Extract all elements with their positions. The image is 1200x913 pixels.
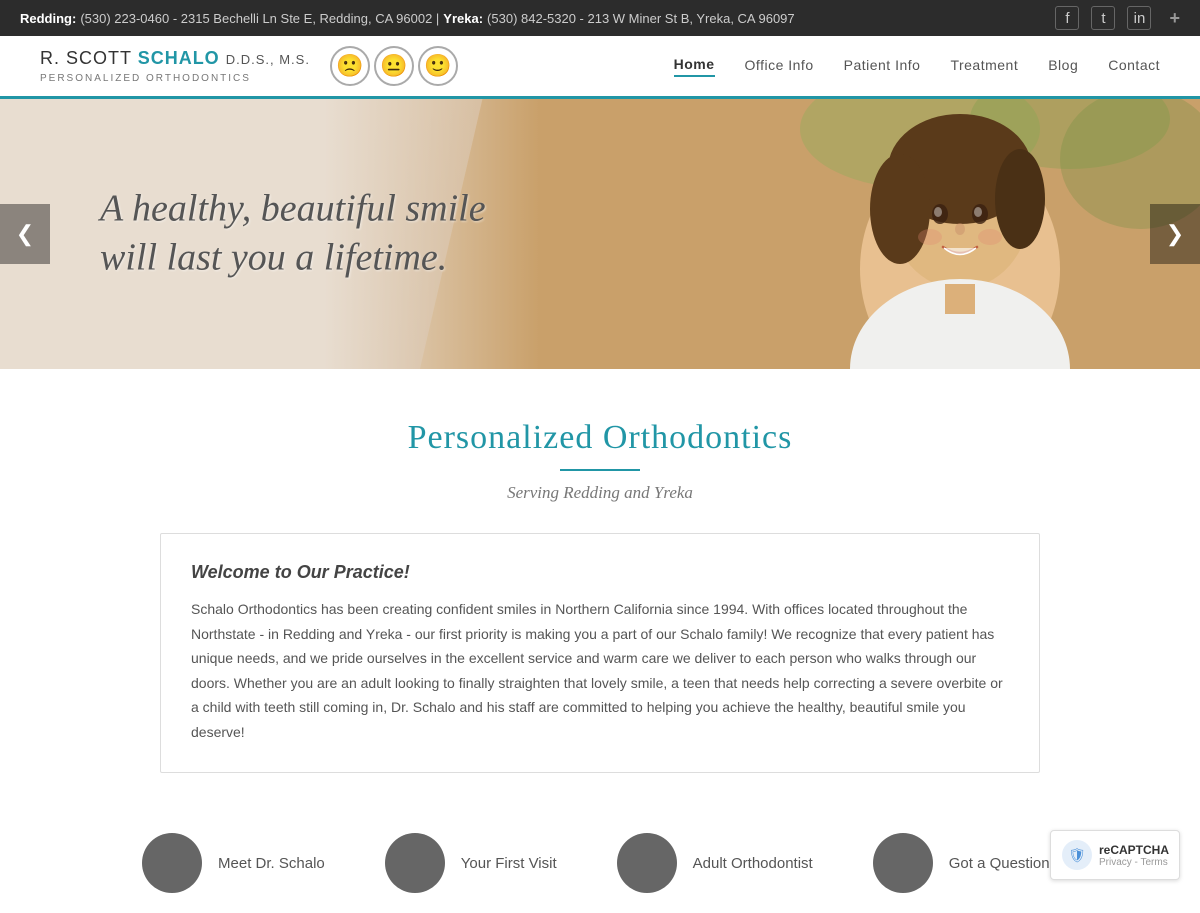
bottom-icon-item-1[interactable]: Your First Visit [385,833,557,893]
icon-meet-label: Meet Dr. Schalo [218,855,325,872]
icon-adult-ortho [617,833,677,893]
hero-line2: will last you a lifetime. [100,237,447,279]
social-links: f t in [1055,6,1151,30]
section-title-area: Personalized Orthodontics Serving Reddin… [0,369,1200,523]
bottom-icon-item-0[interactable]: Meet Dr. Schalo [142,833,325,893]
logo-area: R. SCOTT SCHALO D.D.S., M.S. PERSONALIZE… [40,46,458,86]
smiley-sad: 🙁 [330,46,370,86]
nav-blog[interactable]: Blog [1048,57,1078,76]
recaptcha-text: reCAPTCHA Privacy - Terms [1099,843,1169,868]
icon-adult-label: Adult Orthodontist [693,855,813,872]
recaptcha-badge: 🛡 reCAPTCHA Privacy - Terms [1050,830,1180,880]
nav-home[interactable]: Home [674,56,715,77]
yreka-info: (530) 842-5320 - 213 W Miner St B, Yreka… [487,11,795,26]
logo-tagline: PERSONALIZED ORTHODONTICS [40,72,310,85]
welcome-text: Schalo Orthodontics has been creating co… [191,597,1009,744]
icon-question [873,833,933,893]
facebook-link[interactable]: f [1055,6,1079,30]
yreka-label: Yreka: [443,11,483,26]
linkedin-link[interactable]: in [1127,6,1151,30]
section-subtitle: Serving Redding and Yreka [20,483,1180,503]
contact-info: Redding: (530) 223-0460 - 2315 Bechelli … [20,11,795,26]
icon-question-label: Got a Question? [949,855,1058,872]
logo-credentials: D.D.S., M.S. [226,52,310,67]
slider-next-button[interactable]: ❯ [1150,204,1200,264]
hero-content: A healthy, beautiful smile will last you… [100,185,486,284]
redding-label: Redding: [20,11,76,26]
hero-slider: A healthy, beautiful smile will last you… [0,99,1200,369]
welcome-box: Welcome to Our Practice! Schalo Orthodon… [160,533,1040,773]
icon-first-visit [385,833,445,893]
bottom-icon-item-2[interactable]: Adult Orthodontist [617,833,813,893]
logo-name: R. SCOTT SCHALO D.D.S., M.S. [40,47,310,70]
nav-patient-info[interactable]: Patient Info [844,57,921,76]
slider-prev-button[interactable]: ❮ [0,204,50,264]
header: R. SCOTT SCHALO D.D.S., M.S. PERSONALIZE… [0,36,1200,99]
logo-text: R. SCOTT SCHALO D.D.S., M.S. PERSONALIZE… [40,47,310,85]
twitter-link[interactable]: t [1091,6,1115,30]
recaptcha-subtext: Privacy - Terms [1099,857,1169,868]
svg-text:🛡: 🛡 [1068,847,1086,863]
welcome-title: Welcome to Our Practice! [191,562,1009,583]
logo-last: SCHALO [138,48,220,68]
bottom-icons-row: Meet Dr. Schalo Your First Visit Adult O… [0,803,1200,913]
nav-office-info[interactable]: Office Info [745,57,814,76]
smiley-happy: 🙂 [418,46,458,86]
logo-icons: 🙁 😐 🙂 [330,46,458,86]
section-divider [560,469,640,471]
top-bar: Redding: (530) 223-0460 - 2315 Bechelli … [0,0,1200,36]
section-title: Personalized Orthodontics [20,419,1180,457]
logo-first: R. SCOTT [40,48,132,68]
icon-first-label: Your First Visit [461,855,557,872]
icon-meet-dr [142,833,202,893]
bottom-icon-item-3[interactable]: Got a Question? [873,833,1058,893]
main-nav: Home Office Info Patient Info Treatment … [674,56,1160,77]
hero-text: A healthy, beautiful smile will last you… [100,185,486,284]
nav-contact[interactable]: Contact [1108,57,1160,76]
smiley-neutral: 😐 [374,46,414,86]
recaptcha-label: reCAPTCHA [1099,843,1169,857]
redding-info: (530) 223-0460 - 2315 Bechelli Ln Ste E,… [80,11,439,26]
recaptcha-logo-icon: 🛡 [1061,839,1093,871]
plus-button[interactable]: + [1169,8,1180,29]
nav-treatment[interactable]: Treatment [950,57,1018,76]
hero-line1: A healthy, beautiful smile [100,188,486,230]
